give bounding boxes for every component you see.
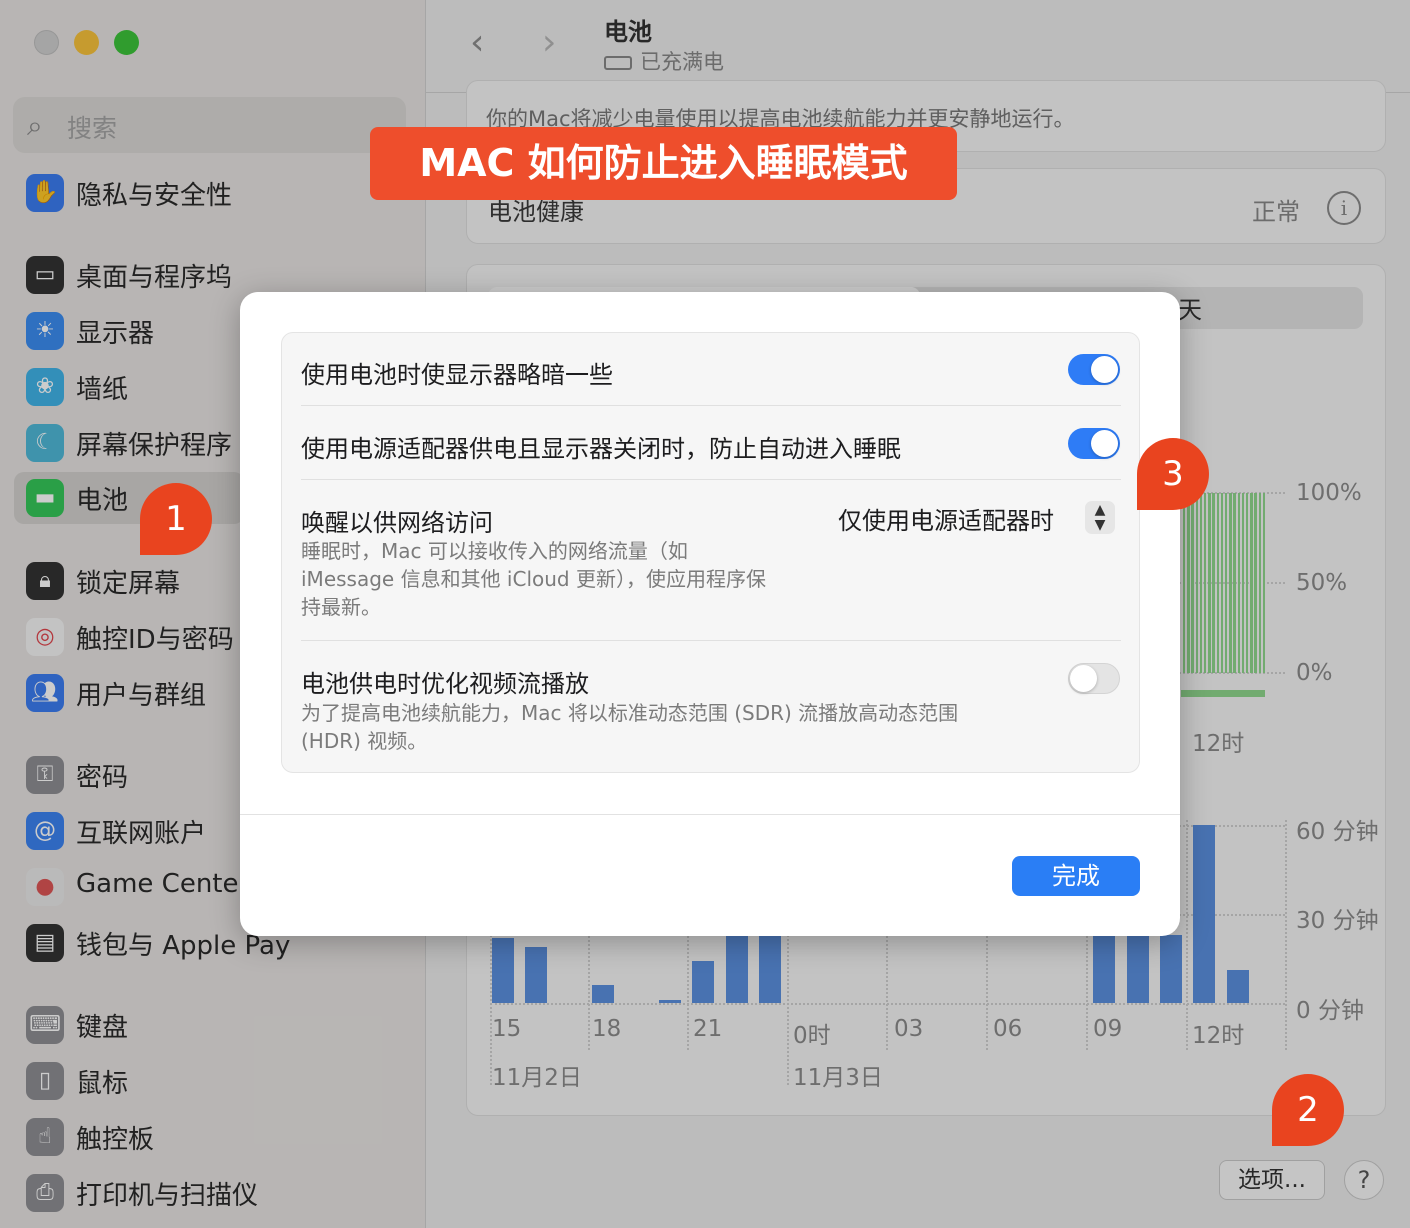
dim-display-toggle[interactable] — [1068, 354, 1120, 385]
options-group: 使用电池时使显示器略暗一些 使用电源适配器供电且显示器关闭时，防止自动进入睡眠 … — [281, 332, 1140, 773]
optimize-video-label: 电池供电时优化视频流播放 — [301, 670, 589, 698]
dim-display-label: 使用电池时使显示器略暗一些 — [301, 361, 613, 389]
row-divider — [301, 405, 1121, 406]
wake-network-label: 唤醒以供网络访问 — [301, 509, 493, 537]
done-button[interactable]: 完成 — [1012, 856, 1140, 896]
sheet-divider — [240, 814, 1180, 815]
optimize-video-description: 为了提高电池续航能力，Mac 将以标准动态范围 (SDR) 流播放高动态范围 (… — [301, 701, 959, 753]
optimize-video-toggle[interactable] — [1068, 663, 1120, 694]
step-badge-1: 1 — [140, 483, 212, 555]
step-badge-3: 3 — [1137, 438, 1209, 510]
tutorial-title-banner: MAC 如何防止进入睡眠模式 — [370, 127, 957, 200]
popup-chevron-icon[interactable]: ▲ ▼ — [1085, 501, 1115, 534]
row-divider — [301, 479, 1121, 480]
toggle-knob — [1070, 665, 1097, 692]
row-divider — [301, 640, 1121, 641]
prevent-sleep-label: 使用电源适配器供电且显示器关闭时，防止自动进入睡眠 — [301, 435, 901, 463]
wake-network-description: 睡眠时，Mac 可以接收传入的网络流量（如 iMessage 信息和其他 iCl… — [301, 539, 766, 619]
prevent-sleep-toggle[interactable] — [1068, 428, 1120, 459]
wake-network-popup-value[interactable]: 仅使用电源适配器时 — [838, 501, 1054, 536]
step-badge-2: 2 — [1272, 1074, 1344, 1146]
toggle-knob — [1091, 430, 1118, 457]
toggle-knob — [1091, 356, 1118, 383]
battery-options-sheet: 使用电池时使显示器略暗一些 使用电源适配器供电且显示器关闭时，防止自动进入睡眠 … — [240, 292, 1180, 936]
